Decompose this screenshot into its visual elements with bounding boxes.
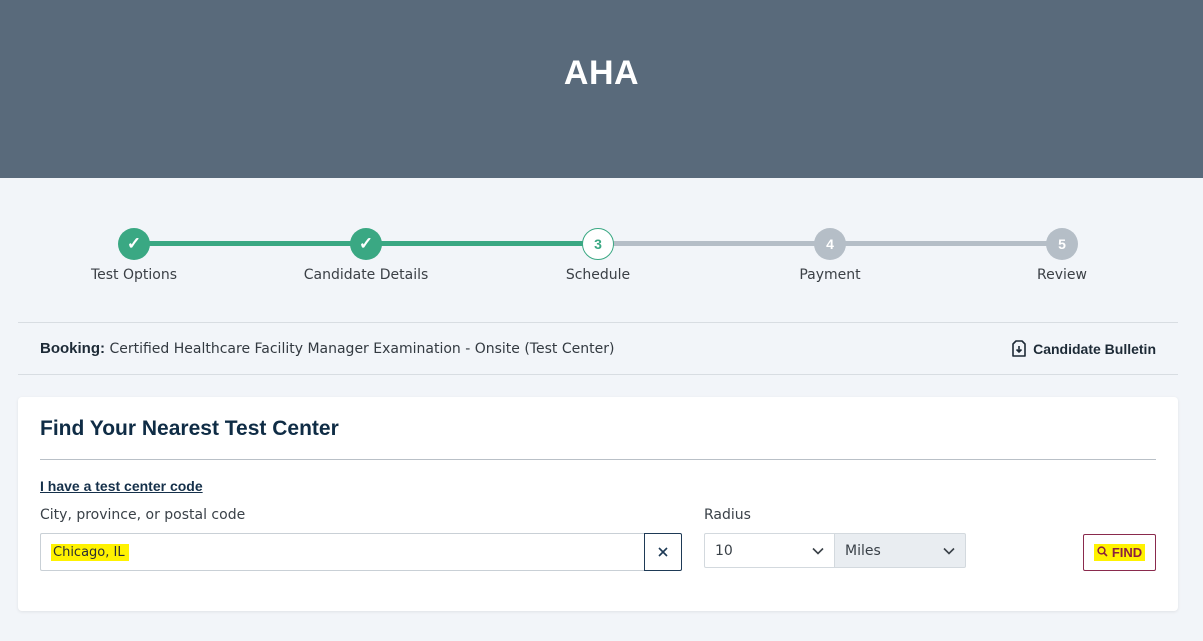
document-download-icon xyxy=(1012,340,1026,357)
finder-title: Find Your Nearest Test Center xyxy=(40,417,339,440)
find-button[interactable]: FIND xyxy=(1083,534,1156,571)
radius-select[interactable]: 10 xyxy=(704,533,835,568)
page-header: AHA xyxy=(0,0,1203,178)
booking-label: Booking: xyxy=(40,340,105,357)
step-label: Payment xyxy=(799,267,861,283)
step-check-icon: ✓ xyxy=(350,228,382,260)
candidate-bulletin-link[interactable]: Candidate Bulletin xyxy=(1012,340,1156,357)
divider xyxy=(40,459,1156,460)
chevron-down-icon xyxy=(943,547,955,555)
unit-value: Miles xyxy=(845,542,881,559)
step-review: 5 Review xyxy=(972,228,1152,283)
find-button-content: FIND xyxy=(1093,544,1146,561)
city-label: City, province, or postal code xyxy=(40,507,246,523)
progress-stepper: ✓ Test Options ✓ Candidate Details 3 Sch… xyxy=(0,228,1203,288)
bulletin-label: Candidate Bulletin xyxy=(1033,340,1156,357)
distance-unit-select[interactable]: Miles xyxy=(835,533,966,568)
city-input[interactable]: Chicago, IL xyxy=(40,533,644,571)
step-check-icon: ✓ xyxy=(118,228,150,260)
step-candidate-details[interactable]: ✓ Candidate Details xyxy=(276,228,456,283)
page-title: AHA xyxy=(563,54,640,92)
step-schedule: 3 Schedule xyxy=(508,228,688,283)
close-icon xyxy=(657,543,669,562)
search-icon xyxy=(1097,545,1108,560)
step-label: Test Options xyxy=(90,267,178,283)
city-input-value: Chicago, IL xyxy=(51,543,129,561)
step-label: Schedule xyxy=(565,267,631,283)
clear-city-button[interactable] xyxy=(644,533,682,571)
step-number: 4 xyxy=(814,228,846,260)
test-center-code-link[interactable]: I have a test center code xyxy=(40,478,203,494)
booking-summary: Booking: Certified Healthcare Facility M… xyxy=(40,340,614,357)
step-label: Candidate Details xyxy=(303,267,429,283)
step-number: 3 xyxy=(582,228,614,260)
booking-bar: Booking: Certified Healthcare Facility M… xyxy=(18,322,1178,375)
radius-label: Radius xyxy=(704,507,751,523)
booking-value: Certified Healthcare Facility Manager Ex… xyxy=(109,341,615,357)
radius-value: 10 xyxy=(715,542,733,559)
chevron-down-icon xyxy=(812,547,824,555)
test-center-finder: Find Your Nearest Test Center I have a t… xyxy=(18,397,1178,611)
step-number: 5 xyxy=(1046,228,1078,260)
find-label: FIND xyxy=(1111,545,1143,560)
step-label: Review xyxy=(1037,267,1087,283)
step-payment: 4 Payment xyxy=(740,228,920,283)
step-test-options[interactable]: ✓ Test Options xyxy=(44,228,224,283)
